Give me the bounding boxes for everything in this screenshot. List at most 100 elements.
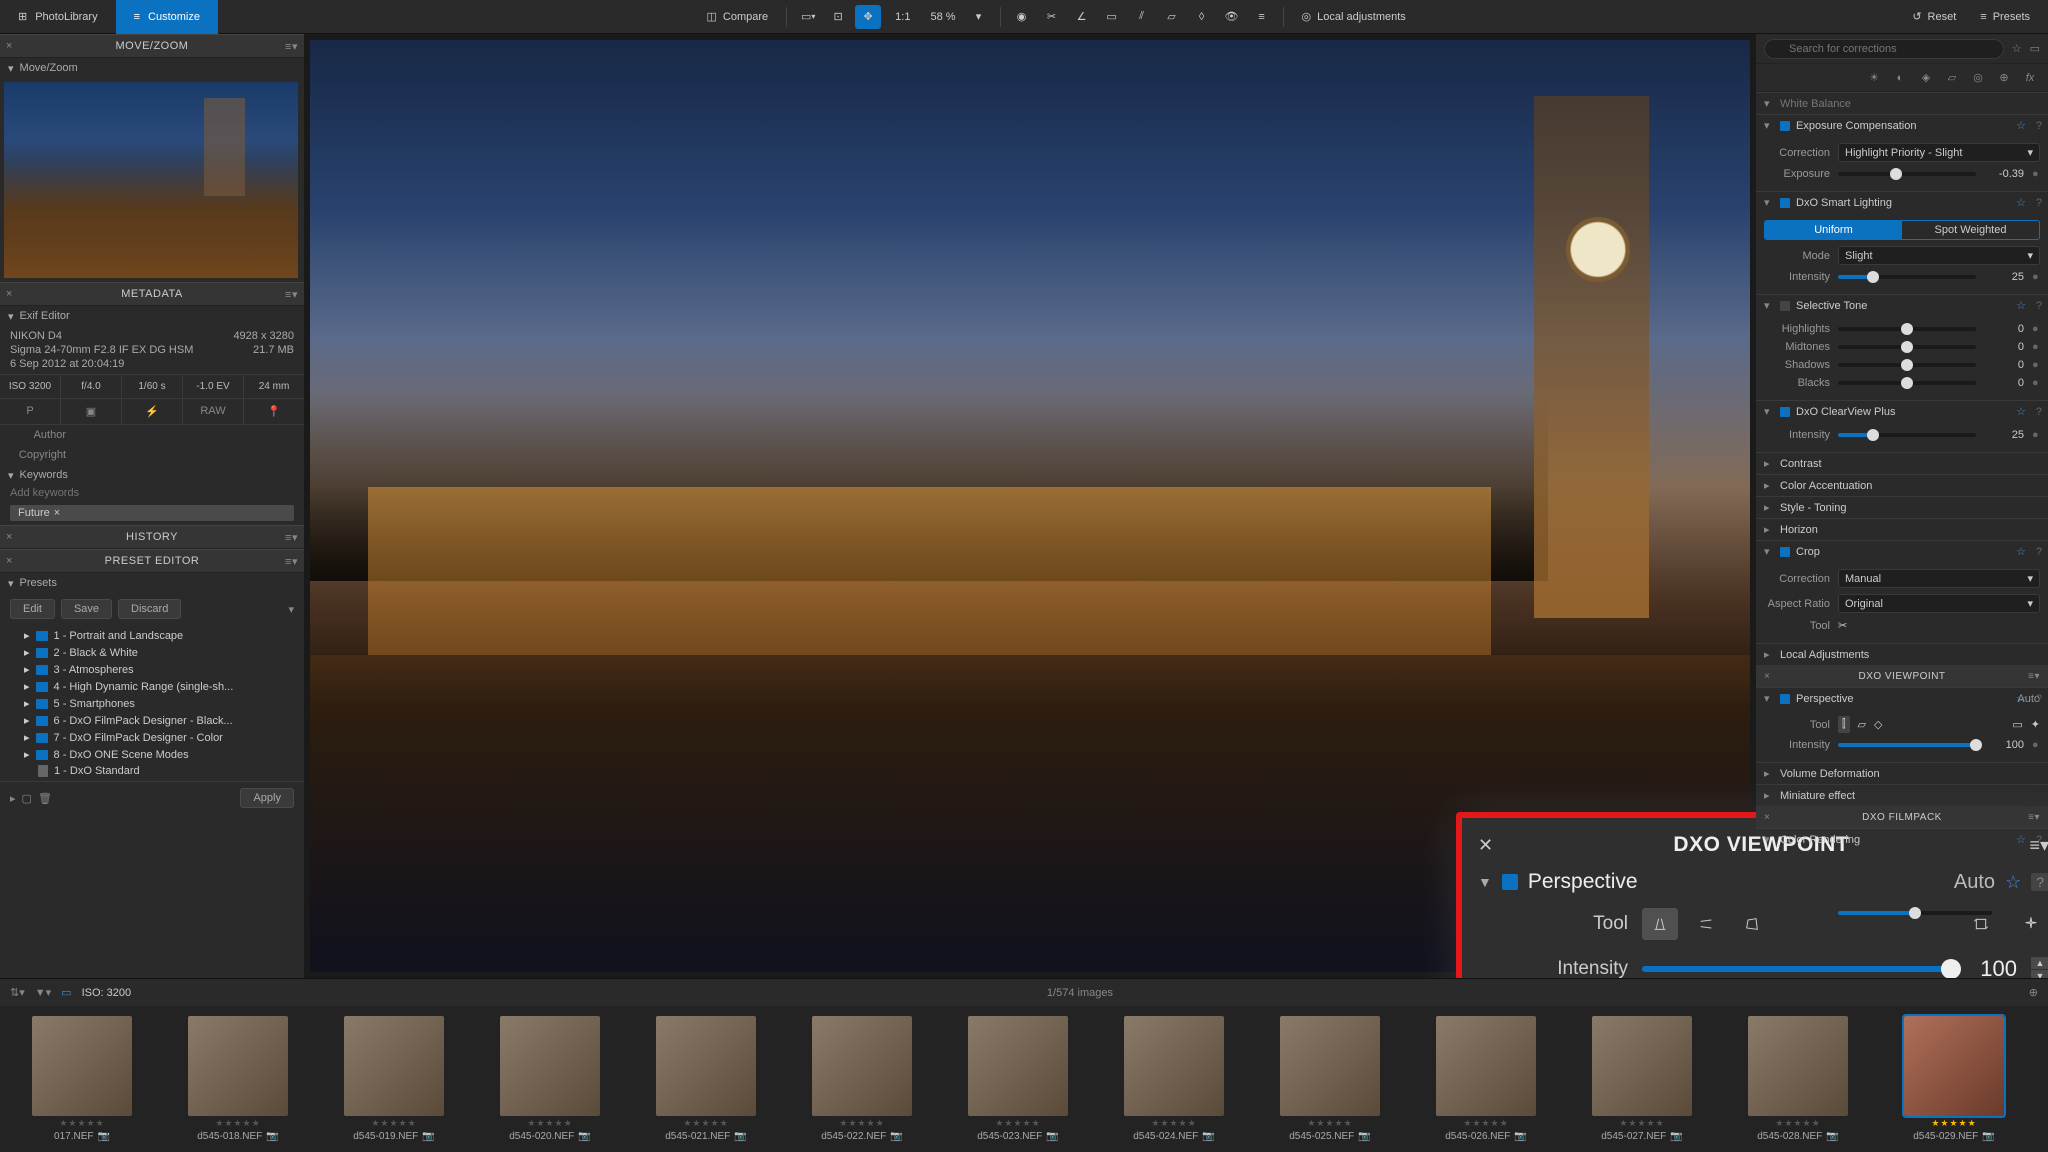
perspective-intensity-slider[interactable]: [1838, 743, 1976, 747]
highlights-slider[interactable]: [1838, 327, 1976, 331]
checkbox-on[interactable]: [1780, 198, 1790, 208]
perspective-tool-2[interactable]: ▱: [1858, 718, 1866, 731]
preset-folder[interactable]: ▸2 - Black & White: [10, 644, 294, 661]
thumbnail[interactable]: ★★★★★d545-019.NEF📷: [320, 1016, 468, 1142]
auto-button[interactable]: Auto: [1954, 871, 1995, 894]
help-icon[interactable]: ?: [2036, 406, 2042, 418]
help-icon[interactable]: ?: [2031, 873, 2048, 891]
close-icon[interactable]: ×: [6, 40, 13, 52]
close-icon[interactable]: ×: [1764, 671, 1770, 682]
volume-deformation-header[interactable]: ▸Volume Deformation: [1756, 762, 2048, 784]
preset-folder[interactable]: ▸7 - DxO FilmPack Designer - Color: [10, 729, 294, 746]
thumbnail[interactable]: ★★★★★d545-025.NEF📷: [1256, 1016, 1404, 1142]
help-icon[interactable]: ?: [2036, 197, 2042, 209]
help-icon[interactable]: ?: [2036, 300, 2042, 312]
fx-panel-icon[interactable]: fx: [2020, 72, 2040, 84]
lighting-mode-segment[interactable]: UniformSpot Weighted: [1764, 220, 2040, 240]
panel-menu-icon[interactable]: ≡▾: [285, 40, 298, 53]
favorite-icon[interactable]: ☆: [2005, 872, 2021, 893]
apply-button[interactable]: Apply: [240, 788, 294, 808]
crop-tool-icon[interactable]: ✂: [1838, 619, 1847, 632]
clearview-header[interactable]: ▾DxO ClearView Plus☆?: [1756, 400, 2048, 422]
remove-tag-icon[interactable]: ×: [54, 507, 60, 519]
mode-dropdown[interactable]: Slight▾: [1838, 246, 2040, 265]
smart-lighting-header[interactable]: ▾DxO Smart Lighting☆?: [1756, 191, 2048, 213]
close-icon[interactable]: ✕: [1478, 835, 1493, 856]
detail-panel-icon[interactable]: ◈: [1916, 71, 1936, 84]
exposure-slider[interactable]: [1838, 172, 1976, 176]
edit-button[interactable]: Edit: [10, 599, 55, 619]
intensity-slider[interactable]: [1642, 966, 1953, 972]
filter-icon[interactable]: ▼▾: [35, 986, 51, 999]
trash-icon[interactable]: 🗑: [38, 792, 52, 805]
move-zoom-subheader[interactable]: ▾Move/Zoom: [0, 58, 304, 78]
checkbox-on[interactable]: [1780, 547, 1790, 557]
favorite-icon[interactable]: ☆: [2016, 405, 2026, 418]
intensity-slider[interactable]: [1838, 275, 1976, 279]
move-zoom-header[interactable]: × MOVE/ZOOM ≡▾: [0, 34, 304, 58]
thumbnail[interactable]: ★★★★★d545-023.NEF📷: [944, 1016, 1092, 1142]
favorite-icon[interactable]: ☆: [2016, 196, 2026, 209]
thumbnail[interactable]: ★★★★★017.NEF📷: [8, 1016, 156, 1142]
keyword-tag[interactable]: Future×: [10, 505, 294, 521]
midtones-slider[interactable]: [1838, 345, 1976, 349]
photolibrary-tab[interactable]: ⊞ PhotoLibrary: [0, 0, 116, 34]
local-adjustments-button[interactable]: ◎Local adjustments: [1292, 5, 1416, 29]
help-icon[interactable]: ?: [2036, 834, 2042, 846]
shadows-slider[interactable]: [1838, 363, 1976, 367]
preset-item[interactable]: 1 - DxO Standard: [10, 763, 294, 779]
aspect-ratio-dropdown[interactable]: Original▾: [1838, 594, 2040, 613]
crop-mode-icon[interactable]: ▭: [2012, 718, 2022, 731]
watermark-panel-icon[interactable]: ⊕: [1994, 71, 2014, 84]
save-button[interactable]: Save: [61, 599, 112, 619]
dropdown-icon[interactable]: ▾: [288, 603, 294, 616]
metadata-header[interactable]: × METADATA ≡▾: [0, 282, 304, 306]
help-icon[interactable]: ?: [2036, 546, 2042, 558]
checkbox-on[interactable]: [1502, 874, 1518, 890]
presets-subheader[interactable]: ▾Presets: [0, 573, 304, 593]
thumbnail[interactable]: ★★★★★d545-028.NEF📷: [1724, 1016, 1872, 1142]
thumbnail[interactable]: ★★★★★d545-022.NEF📷: [788, 1016, 936, 1142]
favorite-icon[interactable]: ☆: [2016, 299, 2026, 312]
presets-button[interactable]: ≡Presets: [1970, 5, 2040, 29]
iso-filter-icon[interactable]: ▭: [61, 986, 71, 999]
customize-tab[interactable]: ≡ Customize: [116, 0, 218, 34]
rectangle-tool-icon[interactable]: ▱: [1159, 5, 1185, 29]
step-up[interactable]: ▲: [2031, 957, 2048, 969]
checkbox-on[interactable]: [1780, 121, 1790, 131]
panel-menu-icon[interactable]: ≡▾: [2028, 812, 2040, 823]
auto-magic-icon[interactable]: [2013, 908, 2048, 940]
filmstrip[interactable]: ★★★★★017.NEF📷 ★★★★★d545-018.NEF📷 ★★★★★d5…: [0, 1006, 2048, 1152]
close-icon[interactable]: ×: [6, 531, 13, 543]
keywords-input[interactable]: [10, 487, 294, 499]
panel-menu-icon[interactable]: ≡▾: [285, 288, 298, 301]
local-panel-icon[interactable]: ◎: [1968, 71, 1988, 84]
favorite-icon[interactable]: ☆: [2016, 545, 2026, 558]
favorite-icon[interactable]: ☆: [2016, 692, 2026, 705]
force-horizontal-tool[interactable]: [1688, 908, 1724, 940]
horizon-header[interactable]: ▸Horizon: [1756, 518, 2048, 540]
new-folder-icon[interactable]: ▢: [22, 792, 32, 805]
thumbnail-selected[interactable]: ★★★★★d545-029.NEF📷: [1880, 1016, 2028, 1142]
reset-icon[interactable]: ●: [2032, 271, 2040, 283]
color-rendering-header[interactable]: ▾Color Rendering☆?: [1756, 828, 2048, 850]
perspective-tool-3[interactable]: ◇: [1874, 718, 1882, 731]
layout-button[interactable]: ▭▾: [795, 5, 821, 29]
close-icon[interactable]: ×: [1764, 812, 1770, 823]
perspective-section-header[interactable]: ▼ Perspective Auto ☆ ?: [1478, 860, 2048, 900]
zoom-ratio-button[interactable]: 1:1: [885, 5, 920, 29]
miniature-effect-header[interactable]: ▸Miniature effect: [1756, 784, 2048, 806]
checkbox-off[interactable]: [1780, 301, 1790, 311]
preset-folder[interactable]: ▸6 - DxO FilmPack Designer - Black...: [10, 712, 294, 729]
blacks-slider[interactable]: [1838, 381, 1976, 385]
perspective-tool-icon[interactable]: ▭: [1099, 5, 1125, 29]
search-input[interactable]: [1764, 39, 2004, 59]
preset-folder[interactable]: ▸5 - Smartphones: [10, 695, 294, 712]
white-balance-header[interactable]: ▾White Balance: [1756, 92, 2048, 114]
zoom-dropdown[interactable]: ▾: [966, 5, 992, 29]
step-down[interactable]: ▼: [2031, 970, 2048, 979]
preset-folder[interactable]: ▸1 - Portrait and Landscape: [10, 627, 294, 644]
selective-tone-header[interactable]: ▾Selective Tone☆?: [1756, 294, 2048, 316]
perspective-tool-1[interactable]: ⫿: [1838, 716, 1850, 733]
panel-menu-icon[interactable]: ≡▾: [2028, 671, 2040, 682]
